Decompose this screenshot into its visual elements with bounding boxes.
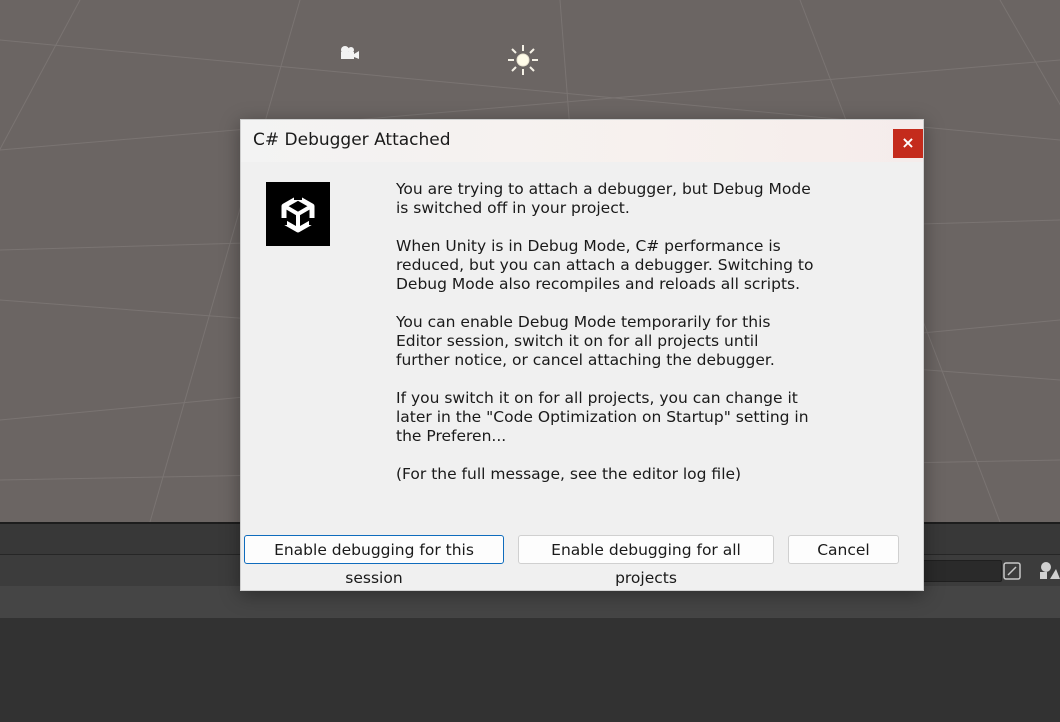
dialog-titlebar[interactable]: C# Debugger Attached × bbox=[241, 120, 923, 162]
cancel-button[interactable]: Cancel bbox=[788, 535, 899, 564]
message-paragraph: When Unity is in Debug Mode, C# performa… bbox=[396, 237, 814, 293]
editor-panel bbox=[0, 618, 1060, 722]
search-input[interactable] bbox=[922, 560, 1002, 582]
dialog-title: C# Debugger Attached bbox=[253, 130, 451, 150]
unity-logo-icon bbox=[266, 182, 330, 246]
debugger-dialog: C# Debugger Attached × You are trying to… bbox=[240, 119, 924, 591]
message-paragraph: (For the full message, see the editor lo… bbox=[396, 465, 742, 483]
enable-session-button[interactable]: Enable debugging for this session bbox=[244, 535, 504, 587]
shapes-icon[interactable] bbox=[1038, 561, 1060, 581]
enable-all-projects-button[interactable]: Enable debugging for all projects bbox=[518, 535, 774, 587]
close-icon: × bbox=[901, 133, 915, 152]
dialog-message: You are trying to attach a debugger, but… bbox=[396, 180, 816, 503]
close-button[interactable]: × bbox=[893, 129, 923, 158]
message-paragraph: You can enable Debug Mode temporarily fo… bbox=[396, 313, 775, 369]
search-options-icon[interactable] bbox=[1002, 561, 1024, 581]
message-paragraph: You are trying to attach a debugger, but… bbox=[396, 180, 811, 217]
message-paragraph: If you switch it on for all projects, yo… bbox=[396, 389, 809, 445]
